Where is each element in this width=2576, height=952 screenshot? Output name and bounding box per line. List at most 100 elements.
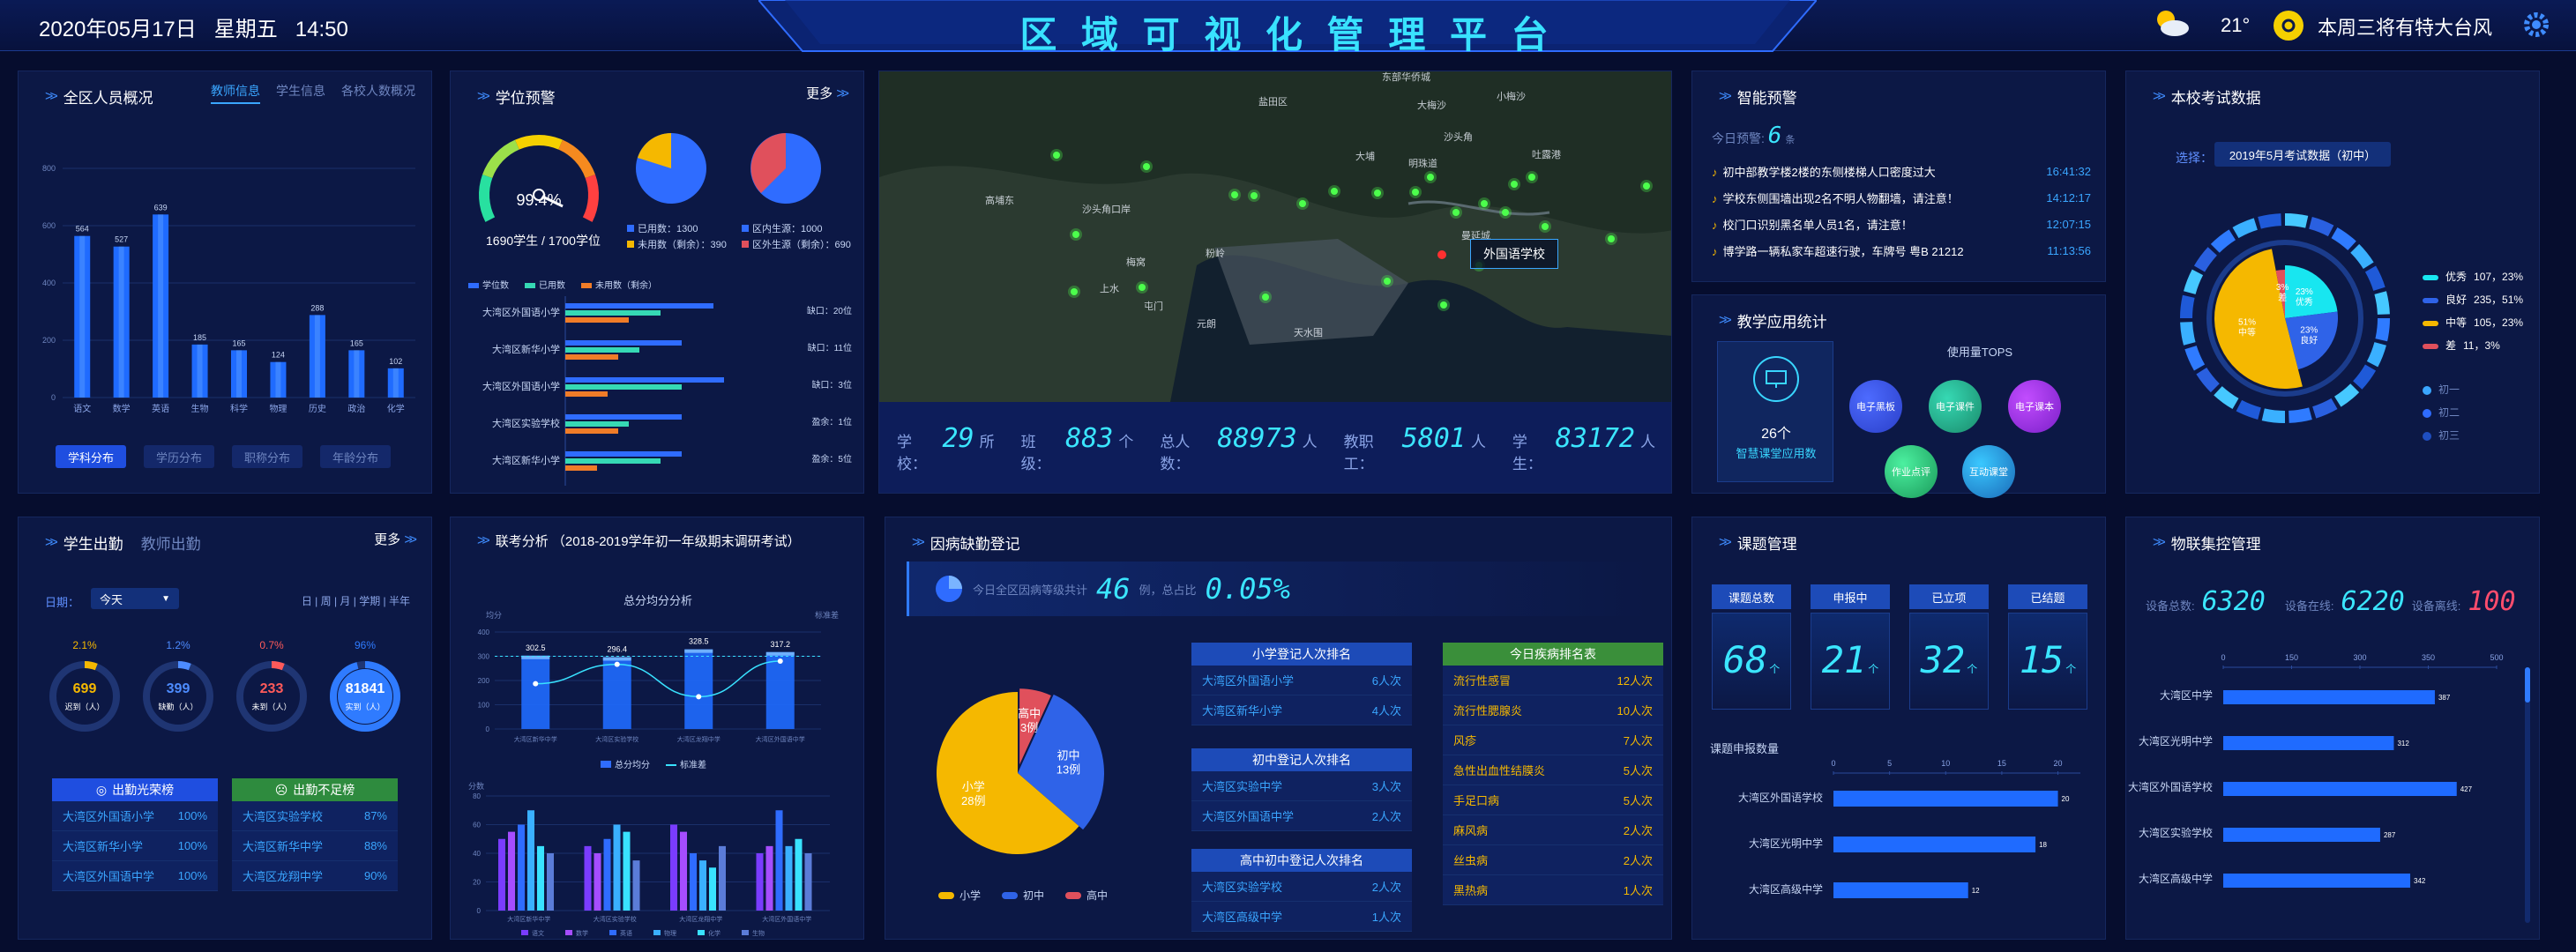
settings-gear-icon[interactable]	[2520, 9, 2552, 41]
slice-label: 优秀	[2296, 296, 2313, 308]
std-point	[614, 661, 620, 667]
project-card-label[interactable]: 已立项	[1909, 584, 1989, 609]
y-tick-label: 0	[51, 393, 56, 402]
slice-label: 51%	[2238, 318, 2256, 328]
tab-teacher-attendance[interactable]: 教师出勤	[141, 532, 201, 554]
chevron-right-icon: >>	[1719, 534, 1732, 550]
data-label: 312	[2397, 740, 2409, 747]
bar	[565, 317, 629, 323]
y-tick-label: 20	[473, 879, 481, 887]
legend-label: 初二	[2438, 406, 2460, 419]
panel-title: 因病缺勤登记	[930, 536, 1020, 553]
more-label: 更多	[374, 532, 401, 547]
scrollbar-thumb[interactable]	[2525, 667, 2530, 703]
grade-legend-item: 初一	[2423, 378, 2460, 401]
date-select[interactable]: 今天 ▼	[91, 588, 179, 609]
rate: 100%	[177, 809, 207, 822]
data-label: 165	[350, 338, 363, 347]
alert-time: 11:13:56	[2047, 243, 2091, 257]
disease-rank-table: 今日疾病排名表 流行性感冒 12人次 流行性腮腺炎 10人次 风疹 7人次 急性出血性结膜炎…	[1443, 643, 1663, 905]
data-label: 185	[193, 333, 206, 342]
tops-bubble[interactable]: 作业点评	[1885, 445, 1938, 498]
project-card-label[interactable]: 申报中	[1811, 584, 1890, 609]
rank-row: 丝虫病 2人次	[1443, 845, 1663, 875]
y-tick-label: 200	[42, 336, 56, 345]
legend-value: 11，3%	[2463, 339, 2500, 352]
tops-bubble[interactable]: 互动课堂	[1962, 445, 2015, 498]
online-count: 6220	[2341, 586, 2405, 617]
alert-item[interactable]: ♪ 学校东侧围墙出现2名不明人物翻墙，请注意！ 14:12:17	[1712, 184, 2091, 211]
primary-rank-table: 小学登记人次排名 大湾区外国语小学 6人次 大湾区新华小学 4人次	[1191, 643, 1412, 725]
school-marker	[1384, 278, 1391, 285]
disease-header: 今日疾病排名表	[1443, 643, 1663, 666]
legend-label: 区外生源（剩余）：690	[752, 240, 851, 250]
bar	[565, 340, 682, 346]
tab-education[interactable]: 学历分布	[144, 445, 214, 468]
scrollbar[interactable]	[2525, 667, 2530, 923]
rank-row: 大湾区实验学校 2人次	[1191, 872, 1412, 902]
project-card[interactable]: 68 个	[1712, 613, 1791, 710]
weather-note[interactable]: 本周三将有特大台风	[2318, 12, 2492, 41]
bar	[775, 810, 783, 911]
alert-text-wrap: ♪ 初中部教学楼2楼的东侧楼梯人口密度过大	[1712, 163, 1936, 180]
alert-item[interactable]: ♪ 校门口识别黑名单人员1名，请注意！ 12:07:15	[1712, 211, 2091, 237]
school-marker	[1231, 191, 1238, 198]
project-card[interactable]: 32 个	[1909, 613, 1989, 710]
school-marker	[1608, 235, 1615, 242]
map-stat-unit: 所	[979, 434, 995, 450]
today-count: 6	[1767, 123, 1782, 149]
tab-age[interactable]: 年龄分布	[320, 445, 391, 468]
data-label: 124	[272, 351, 285, 360]
tab-student-info[interactable]: 学生信息	[276, 82, 325, 100]
project-card[interactable]: 15 个	[2008, 613, 2087, 710]
x-tick-label: 化学	[387, 403, 405, 414]
tab-school-count[interactable]: 各校人数概况	[341, 82, 415, 100]
tops-bubble[interactable]: 电子课件	[1929, 380, 1982, 433]
satellite-map[interactable]: 东部华侨城盐田区 大梅沙小梅沙沙头角明珠道高埔东沙头角口岸大埔 吐露港曼延城梅窝粉岭…	[879, 71, 1672, 402]
map-stat-value: 29	[942, 423, 974, 454]
period-tabs[interactable]: 日 | 周 | 月 | 学期 | 半年	[302, 593, 410, 608]
rank-row: 大湾区高级中学 1人次	[1191, 902, 1412, 932]
project-card[interactable]: 21 个	[1811, 613, 1890, 710]
x-tick-label: 大湾区龙翔中学	[679, 915, 722, 923]
data-label: 287	[2384, 831, 2396, 839]
project-card-label[interactable]: 课题总数	[1712, 584, 1791, 609]
bar	[565, 377, 724, 383]
bar-highlight	[197, 344, 203, 398]
bar	[2223, 874, 2411, 888]
exam-select[interactable]: 2019年5月考试数据（初中）	[2214, 142, 2391, 167]
map-place-label: 明珠道	[1408, 157, 1437, 169]
x-tick-label: 大湾区新华中学	[514, 735, 557, 743]
tops-bubble[interactable]: 电子黑板	[1849, 380, 1902, 433]
school-marker	[1251, 192, 1258, 199]
ring-label: 实到（人）	[345, 703, 385, 711]
high-rows: 大湾区实验学校 2人次 大湾区高级中学 1人次	[1191, 872, 1412, 932]
item-name: 流行性腮腺炎	[1453, 704, 1523, 718]
good-table: ◎ 出勤光荣榜 大湾区外国语小学 100% 大湾区新华小学 100% 大湾区外国语中学 10…	[52, 778, 218, 891]
map-popup[interactable]: 外国语学校	[1470, 239, 1558, 269]
bad-table: ☹ 出勤不足榜 大湾区实验学校 87% 大湾区新华中学 88% 大湾区龙翔中学 90%	[232, 778, 398, 891]
y-tick-label: 300	[478, 653, 490, 661]
legend-swatch	[742, 225, 749, 232]
slice-label: 差	[2278, 292, 2287, 303]
tab-teacher-info[interactable]: 教师信息	[211, 82, 260, 104]
alert-item[interactable]: ♪ 博学路一辆私家车超速行驶，车牌号 粤B 21212 11:13:56	[1712, 237, 2091, 264]
tops-bubble[interactable]: 电子课本	[2008, 380, 2061, 433]
bar-highlight	[158, 214, 164, 398]
map-stat-label: 学生：	[1512, 434, 1542, 472]
more-link[interactable]: 更多 >>	[806, 84, 849, 102]
outer-ring-segment	[2331, 227, 2356, 251]
alert-item[interactable]: ♪ 初中部教学楼2楼的东侧楼梯人口密度过大 16:41:32	[1712, 158, 2091, 184]
offline-label: 设备离线:	[2411, 599, 2461, 613]
tab-subject[interactable]: 学科分布	[56, 445, 126, 468]
more-link[interactable]: 更多 >>	[374, 530, 417, 548]
map-stat-value: 88973	[1217, 423, 1297, 454]
outer-ring-segment	[2210, 229, 2236, 253]
bell-icon: ♪	[1712, 191, 1718, 205]
chevron-right-icon: >>	[1719, 88, 1732, 104]
y-tick-label: 0	[477, 907, 482, 915]
x-tick-label: 语文	[73, 403, 91, 414]
panel-title[interactable]: 学生出勤	[63, 532, 123, 554]
project-card-label[interactable]: 已结题	[2008, 584, 2087, 609]
tab-title[interactable]: 职称分布	[232, 445, 302, 468]
